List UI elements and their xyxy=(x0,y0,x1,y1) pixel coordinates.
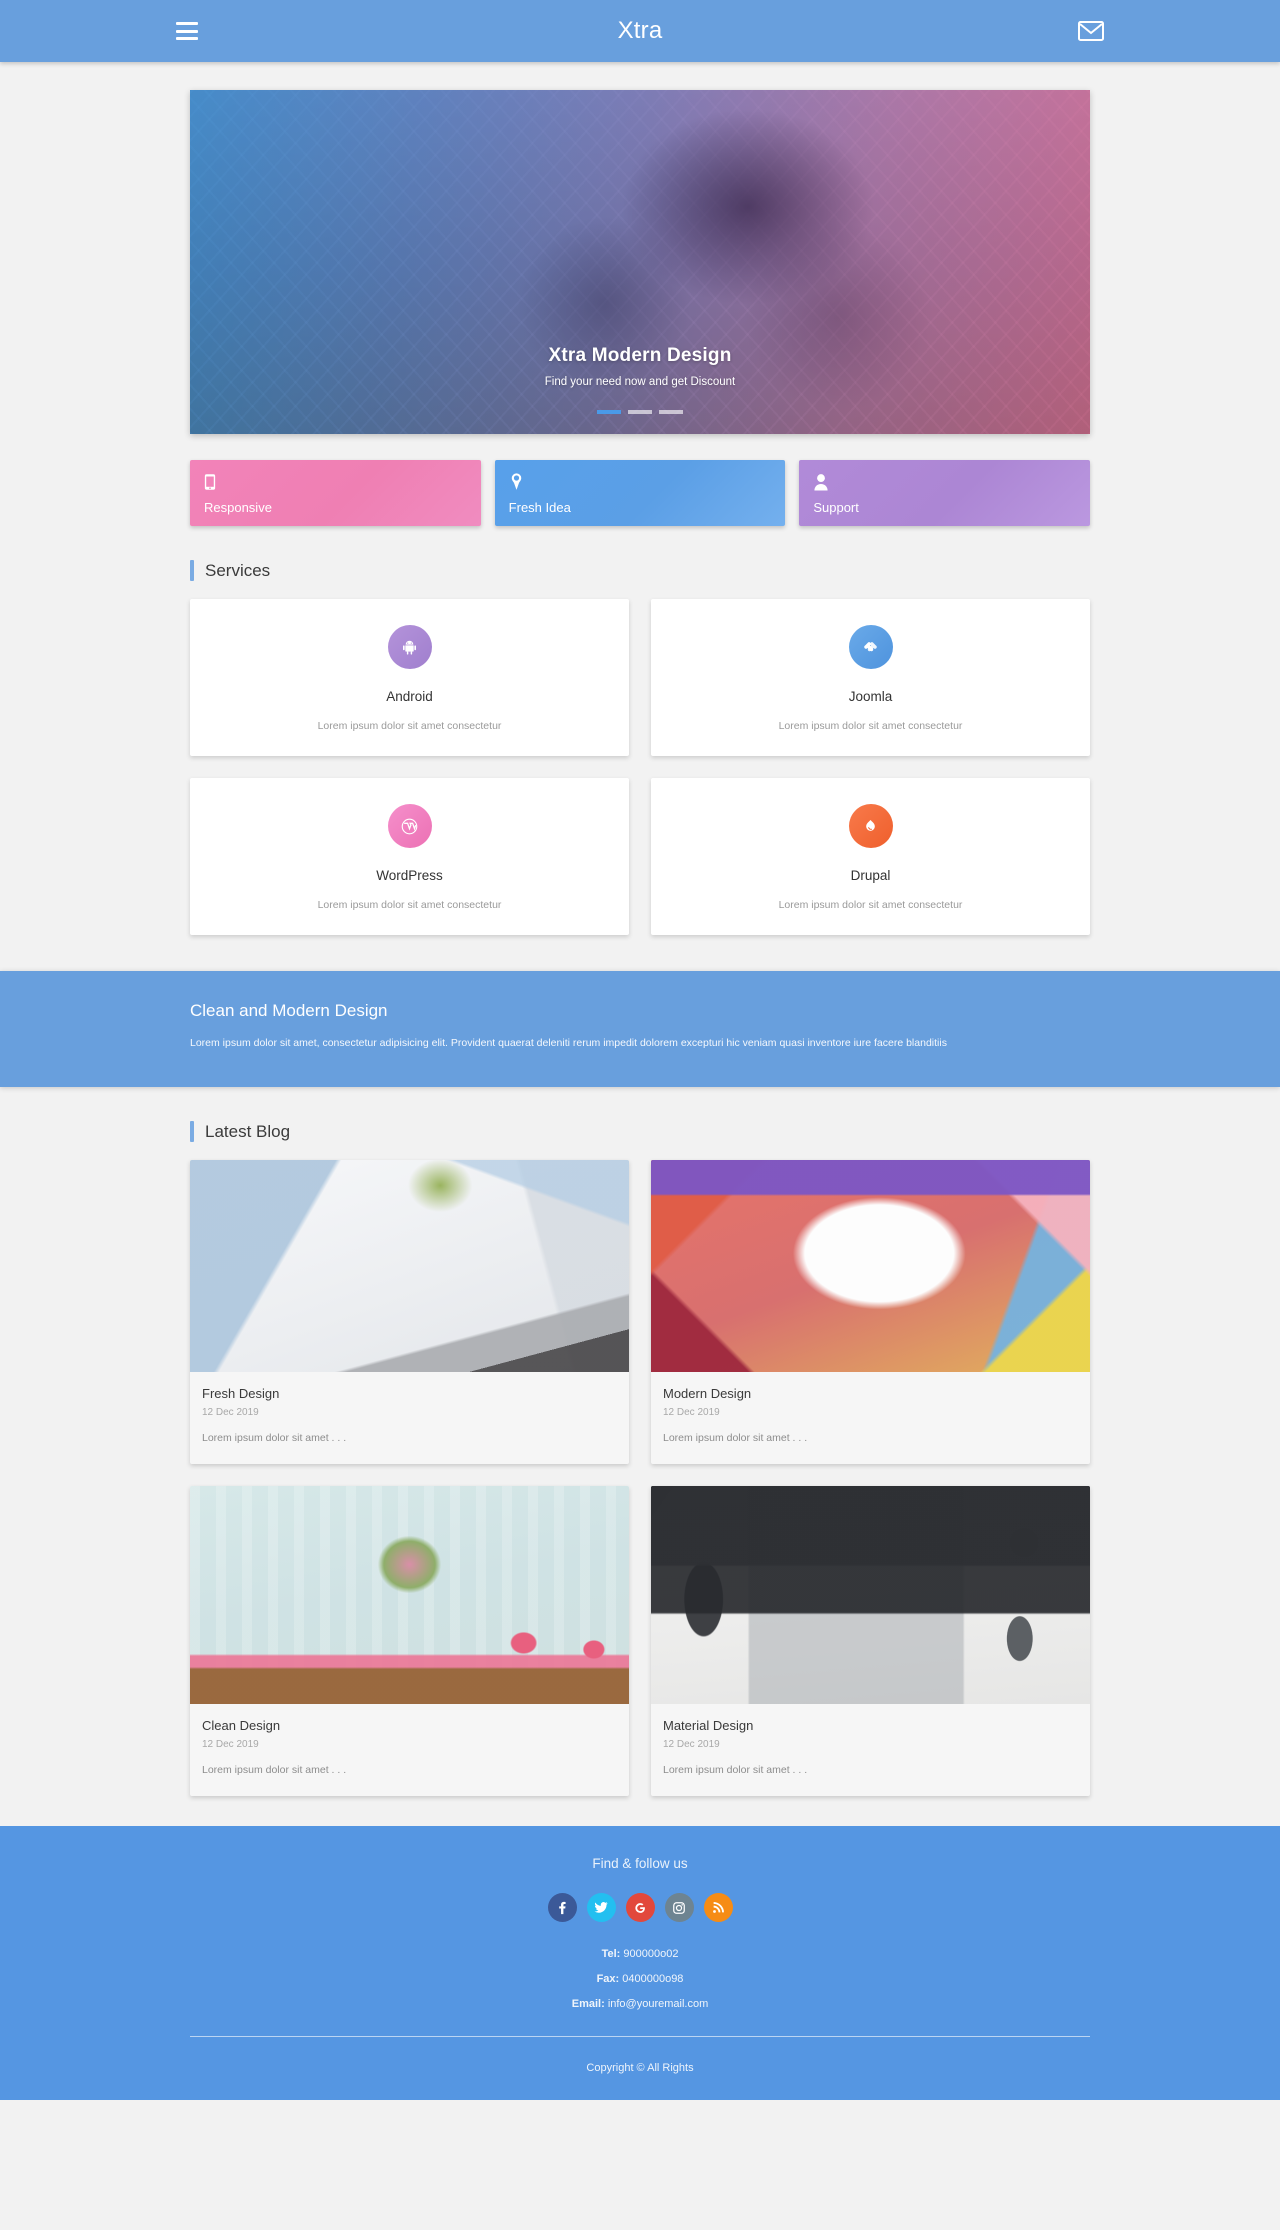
feature-label: Support xyxy=(813,500,859,515)
copyright-text: Copyright © All Rights xyxy=(586,2062,694,2075)
carousel-dot-2[interactable] xyxy=(628,410,652,414)
services-section: Services Android Lorem ipsum dolor sit a… xyxy=(190,560,1090,935)
mobile-icon xyxy=(204,471,467,493)
blog-thumbnail xyxy=(190,1160,629,1373)
feature-card-fresh-idea[interactable]: Fresh Idea xyxy=(494,460,786,526)
contact-email: Email: info@youremail.com xyxy=(0,1998,1280,2010)
blog-title: Clean Design xyxy=(202,1718,281,1734)
contact-fax: Fax: 0400000o98 xyxy=(0,1973,1280,1985)
feature-strip: Responsive Fresh Idea Support xyxy=(190,460,1091,526)
service-card-joomla[interactable]: Joomla Lorem ipsum dolor sit amet consec… xyxy=(651,599,1090,756)
follow-title: Find & follow us xyxy=(592,1856,688,1872)
rss-icon[interactable] xyxy=(703,1893,733,1923)
hero-caption: Xtra Modern Design Find your need now an… xyxy=(190,345,1090,388)
blog-date: 12 Dec 2019 xyxy=(663,1739,720,1751)
feature-card-support[interactable]: Support xyxy=(799,460,1091,526)
instagram-icon[interactable] xyxy=(664,1893,694,1923)
service-name: Android xyxy=(386,689,433,704)
social-links xyxy=(0,1893,1280,1923)
service-description: Lorem ipsum dolor sit amet consectetur xyxy=(317,720,502,732)
feature-label: Responsive xyxy=(204,500,272,515)
blog-thumbnail xyxy=(651,1486,1090,1705)
blog-card-clean-design[interactable]: Clean Design 12 Dec 2019 Lorem ipsum dol… xyxy=(190,1486,629,1797)
hero-carousel[interactable]: Xtra Modern Design Find your need now an… xyxy=(190,90,1090,434)
contact-tel: Tel: 900000o02 xyxy=(0,1948,1280,1960)
contact-info: Tel: 900000o02 Fax: 0400000o98 Email: in… xyxy=(0,1948,1280,2010)
blog-excerpt: Lorem ipsum dolor sit amet . . . xyxy=(202,1432,347,1445)
android-icon xyxy=(387,625,432,669)
email-label: Email: xyxy=(571,1998,605,2011)
drupal-icon xyxy=(848,804,893,848)
blog-thumbnail xyxy=(651,1160,1090,1373)
blog-excerpt: Lorem ipsum dolor sit amet . . . xyxy=(663,1432,808,1445)
blog-card-material-design[interactable]: Material Design 12 Dec 2019 Lorem ipsum … xyxy=(651,1486,1090,1797)
footer-divider xyxy=(190,2036,1090,2038)
promo-banner-text: Lorem ipsum dolor sit amet, consectetur … xyxy=(190,1037,947,1049)
tel-label: Tel: xyxy=(601,1948,621,1961)
hero-title: Xtra Modern Design xyxy=(548,345,732,366)
service-card-android[interactable]: Android Lorem ipsum dolor sit amet conse… xyxy=(190,599,629,756)
promo-banner: Clean and Modern Design Lorem ipsum dolo… xyxy=(0,971,1280,1088)
blog-excerpt: Lorem ipsum dolor sit amet . . . xyxy=(663,1764,808,1777)
carousel-dot-3[interactable] xyxy=(659,410,683,414)
wordpress-icon xyxy=(387,804,432,848)
service-name: Joomla xyxy=(848,689,893,704)
section-title: Services xyxy=(205,560,271,580)
service-description: Lorem ipsum dolor sit amet consectetur xyxy=(778,720,963,732)
blog-title: Modern Design xyxy=(663,1386,752,1402)
hero-subtitle: Find your need now and get Discount xyxy=(544,376,736,388)
promo-banner-title: Clean and Modern Design xyxy=(190,1001,388,1020)
service-name: WordPress xyxy=(376,868,443,883)
blog-heading: Latest Blog xyxy=(190,1121,1090,1143)
carousel-dot-1[interactable] xyxy=(597,410,621,414)
feature-label: Fresh Idea xyxy=(508,500,571,515)
blog-date: 12 Dec 2019 xyxy=(663,1407,720,1419)
user-icon xyxy=(813,471,1076,493)
tel-value: 900000o02 xyxy=(623,1948,679,1961)
twitter-icon[interactable] xyxy=(586,1893,616,1923)
services-heading: Services xyxy=(190,560,1090,581)
blog-card-modern-design[interactable]: Modern Design 12 Dec 2019 Lorem ipsum do… xyxy=(651,1160,1090,1465)
heading-accent-bar xyxy=(190,560,194,581)
feature-card-responsive[interactable]: Responsive xyxy=(190,460,481,526)
envelope-icon[interactable] xyxy=(1078,21,1104,41)
service-card-wordpress[interactable]: WordPress Lorem ipsum dolor sit amet con… xyxy=(190,778,629,935)
blog-card-fresh-design[interactable]: Fresh Design 12 Dec 2019 Lorem ipsum dol… xyxy=(190,1160,629,1465)
heading-accent-bar xyxy=(190,1121,194,1143)
service-name: Drupal xyxy=(850,868,891,883)
blog-section: Latest Blog Fresh Design 12 Dec 2019 Lor… xyxy=(0,1121,1280,1827)
blog-date: 12 Dec 2019 xyxy=(202,1407,259,1419)
app-header: Xtra xyxy=(0,0,1280,62)
fax-label: Fax: xyxy=(596,1973,620,1986)
hero-section: Xtra Modern Design Find your need now an… xyxy=(190,62,1090,434)
service-description: Lorem ipsum dolor sit amet consectetur xyxy=(778,899,963,911)
fax-value: 0400000o98 xyxy=(622,1973,684,1986)
section-title: Latest Blog xyxy=(205,1121,291,1141)
email-value[interactable]: info@youremail.com xyxy=(608,1998,708,2010)
site-footer: Find & follow us Tel: 900000o02 Fax: 040… xyxy=(0,1826,1280,2101)
lightbulb-icon xyxy=(509,471,772,493)
service-description: Lorem ipsum dolor sit amet consectetur xyxy=(317,899,502,911)
blog-title: Fresh Design xyxy=(202,1386,280,1402)
hamburger-menu-icon[interactable] xyxy=(176,22,198,40)
page-body: Xtra Modern Design Find your need now an… xyxy=(0,62,1280,2101)
blog-thumbnail xyxy=(190,1486,629,1705)
carousel-indicators[interactable] xyxy=(190,410,1090,414)
blog-date: 12 Dec 2019 xyxy=(202,1739,259,1751)
facebook-icon[interactable] xyxy=(547,1893,577,1923)
joomla-icon xyxy=(848,625,893,669)
blog-title: Material Design xyxy=(663,1718,754,1734)
google-icon[interactable] xyxy=(625,1893,655,1923)
service-card-drupal[interactable]: Drupal Lorem ipsum dolor sit amet consec… xyxy=(651,778,1090,935)
blog-excerpt: Lorem ipsum dolor sit amet . . . xyxy=(202,1764,347,1777)
